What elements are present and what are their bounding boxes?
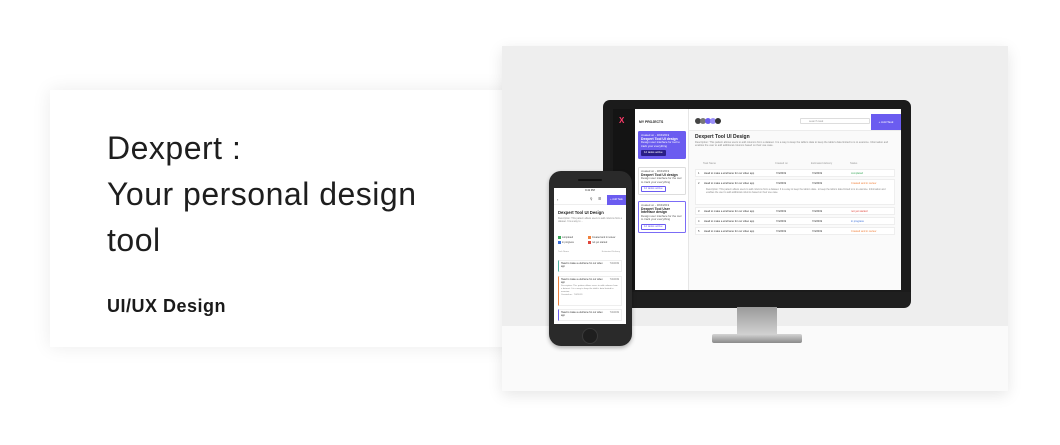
project-desc: Design user interface for the tool to tr…: [641, 213, 682, 222]
row-number: 1: [698, 172, 700, 175]
row-created: 7/4/2019: [776, 182, 787, 185]
project-desc: Design user interface for tool to track …: [641, 140, 680, 148]
monitor-stand: [737, 307, 777, 337]
row-created: 7/4/2019: [776, 220, 787, 223]
row-number: 5: [698, 230, 700, 233]
top-bar: search task + Add Task: [689, 109, 901, 131]
item-description: Description: This pattern allows users t…: [561, 285, 618, 293]
project-description: Description: This pattern allows users t…: [695, 141, 889, 148]
row-created: 7/4/2019: [776, 230, 787, 233]
phone-speaker: [578, 179, 602, 181]
row-delivery: 7/4/2019: [812, 182, 823, 185]
project-heading: Dexpert Tool UI Design: [558, 210, 604, 215]
header-delivery: Estimated delivery: [811, 162, 833, 165]
row-delivery: 7/4/2019: [812, 210, 823, 213]
row-description: Description: This pattern allows users t…: [706, 188, 886, 195]
legend-label: Created and in review: [592, 236, 616, 239]
table-row[interactable]: 3 Head to make a eireframe for our video…: [695, 207, 895, 215]
list-item[interactable]: Head to make a eireframe for our video a…: [558, 309, 622, 321]
header-task: Task Name: [703, 162, 716, 165]
item-task: Head to make a eireframe for our video a…: [561, 311, 603, 317]
list-item[interactable]: Head to make a eireframe for our video a…: [558, 276, 622, 306]
legend-swatch: [558, 236, 561, 239]
status-badge: completed: [851, 172, 863, 175]
row-number: 4: [698, 220, 700, 223]
legend-item: in progress: [558, 241, 574, 244]
row-created: 7/4/2019: [776, 210, 787, 213]
add-task-button[interactable]: + Add Task: [871, 114, 901, 130]
item-date: 7/4/2019: [609, 311, 619, 314]
monitor-chin: [603, 292, 911, 308]
tasks-active-button[interactable]: 12 tasks active: [641, 150, 666, 156]
row-task: Head to make a eireframe for our video a…: [704, 230, 755, 233]
table-row[interactable]: 1 Head to make a eireframe for our video…: [695, 169, 895, 177]
tasks-active-button[interactable]: 12 tasks active: [641, 186, 666, 192]
legend-item: not yet started: [588, 241, 607, 244]
projects-heading: MY PROJECTS: [639, 120, 664, 124]
legend-swatch: [588, 236, 591, 239]
row-task: Head to make a eireframe for our video a…: [704, 220, 755, 223]
item-date: 7/4/2019: [609, 278, 619, 281]
row-delivery: 7/4/2019: [812, 230, 823, 233]
legend-label: not yet started: [592, 241, 608, 244]
project-heading: Dexpert Tool UI Design: [695, 134, 750, 140]
row-created: 7/4/2019: [776, 172, 787, 175]
table-row[interactable]: 4 Head to make a eireframe for our video…: [695, 217, 895, 225]
list-item[interactable]: Head to make a eireframe for our video a…: [558, 260, 622, 272]
header-delivery: Estimated Delivery: [601, 251, 620, 253]
row-task: Head to make a eireframe for our video a…: [704, 172, 755, 175]
row-number: 2: [698, 182, 700, 185]
monitor-base: [712, 334, 802, 343]
table-header: Task Name Estimated Delivery: [558, 251, 622, 253]
page-title: Dexpert : Your personal design tool: [107, 130, 417, 258]
header-task: Task Name: [558, 251, 569, 253]
item-task: Head to make a eireframe for our video a…: [561, 278, 603, 284]
project-desc: Design user interface for the tool to tr…: [641, 176, 682, 184]
tasks-active-button[interactable]: 12 tasks active: [641, 223, 666, 230]
project-card[interactable]: created on - 18/4/2019 Dexpert Tool UI d…: [638, 167, 686, 195]
item-task: Head to make a eireframe for our video a…: [561, 262, 603, 268]
project-card[interactable]: created on - 18/4/2019 Dexpert Tool UI d…: [638, 131, 686, 159]
header-created: Created on: [775, 162, 788, 165]
legend-label: completed: [562, 236, 574, 239]
legend-swatch: [588, 241, 591, 244]
add-task-button[interactable]: + Add Task: [607, 195, 626, 205]
row-task: Head to make a eireframe for our video a…: [704, 210, 755, 213]
avatar[interactable]: [715, 118, 721, 124]
category-label: UI/UX Design: [107, 296, 227, 316]
table-row[interactable]: 5 Head to make a eireframe for our video…: [695, 227, 895, 235]
project-card[interactable]: created on - 18/4/2019 Dexpert Tool User…: [638, 201, 686, 233]
legend-label: in progress: [562, 241, 574, 244]
status-badge: not yet started: [851, 210, 868, 213]
legend-item: Created and in review: [588, 236, 615, 239]
home-button[interactable]: [582, 328, 598, 344]
item-created: Created on - 7/4/2019: [561, 294, 583, 296]
row-number: 3: [698, 210, 700, 213]
table-row[interactable]: 2 Head to make a eireframe for our video…: [695, 179, 895, 205]
item-date: 7/4/2019: [609, 262, 619, 265]
row-delivery: 7/4/2019: [812, 172, 823, 175]
desktop-screen: X MY PROJECTS created on - 18/4/2019 Dex…: [613, 109, 901, 290]
project-description: Description: This pattern allows users t…: [558, 217, 622, 224]
legend-item: completed: [558, 236, 573, 239]
header-status: Status: [850, 162, 858, 165]
mobile-screen: 9:41 PM ‹ ⚲ ☰ + Add Task Dexpert Tool UI…: [554, 188, 626, 324]
main-panel: search task + Add Task Dexpert Tool UI D…: [689, 109, 901, 290]
status-badge: in progress: [851, 220, 864, 223]
app-logo[interactable]: X: [619, 116, 629, 126]
back-icon[interactable]: ‹: [557, 197, 558, 202]
row-task: Head to make a eireframe for our video a…: [704, 182, 755, 185]
row-delivery: 7/4/2019: [812, 220, 823, 223]
projects-panel: MY PROJECTS created on - 18/4/2019 Dexpe…: [635, 109, 689, 290]
search-input[interactable]: search task: [800, 118, 870, 124]
status-badge: Created and in review: [851, 182, 877, 185]
legend-swatch: [558, 241, 561, 244]
status-badge: Created and in review: [851, 230, 877, 233]
search-icon[interactable]: ⚲: [590, 197, 593, 201]
menu-icon[interactable]: ☰: [598, 197, 601, 201]
status-bar-time: 9:41 PM: [585, 189, 595, 192]
